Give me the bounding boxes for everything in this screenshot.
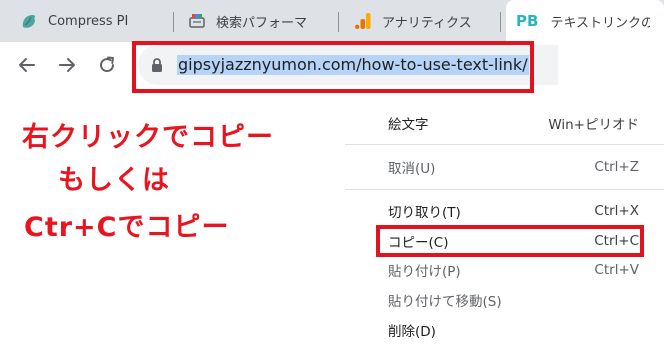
tab-strip: Compress PI 検索パフォーマ アナリティクス PB テキストリンクの [0,0,664,42]
menu-item-label: 削除(D) [388,324,436,340]
menu-item-label: 貼り付け(P) [388,264,461,280]
menu-item-label: 貼り付けて移動(S) [388,294,502,310]
menu-item-delete[interactable]: 削除(D) [345,317,645,343]
arrow-left-icon [19,58,35,72]
tab-title: Compress PI [48,13,129,29]
annotation-ctrl-c-copy: Ctr+Cでコピー [24,212,230,243]
menu-item-shortcut: Ctrl+Z [594,159,639,175]
menu-item-shortcut: Win+ピリオド [548,117,639,133]
menu-separator [345,189,664,190]
copy-highlight-box [376,225,644,257]
annotation-or: もしくは [58,165,170,196]
menu-separator [345,144,664,145]
tab-title: テキストリンクの [550,15,651,31]
menu-item-label: 切り取り(T) [388,205,461,221]
menu-item-undo[interactable]: 取消(U) Ctrl+Z [345,154,645,180]
forward-button[interactable] [52,50,82,80]
tab-separator [338,12,339,32]
tab-analytics[interactable]: アナリティクス [354,0,494,42]
arrow-right-icon [59,58,75,72]
tab-separator [173,12,174,32]
annotation-right-click-copy: 右クリックでコピー [22,122,274,153]
reload-icon [100,56,115,73]
menu-item-shortcut: Ctrl+X [594,203,639,219]
menu-item-label: 絵文字 [388,117,429,133]
menu-item-paste-and-go[interactable]: 貼り付けて移動(S) [345,287,645,313]
menu-item-paste[interactable]: 貼り付け(P) Ctrl+V [345,257,645,283]
tab-text-link[interactable]: PB テキストリンクの [506,0,664,42]
tab-title: 検索パフォーマ [216,15,308,31]
menu-item-label: 取消(U) [388,161,436,177]
tab-compress[interactable]: Compress PI [20,0,168,42]
tab-search-performance[interactable]: 検索パフォーマ [188,0,328,42]
compress-bird-icon [20,12,38,30]
back-button[interactable] [12,50,42,80]
tab-separator [500,12,501,32]
analytics-icon [354,12,372,30]
search-console-icon [188,12,206,30]
url-highlight-box [132,41,534,93]
menu-item-emoji[interactable]: 絵文字 Win+ピリオド [345,110,645,136]
pb-logo-icon: PB [516,12,539,30]
tab-title: アナリティクス [382,15,472,31]
menu-item-shortcut: Ctrl+V [594,262,639,278]
reload-button[interactable] [92,50,122,80]
menu-item-cut[interactable]: 切り取り(T) Ctrl+X [345,198,645,224]
